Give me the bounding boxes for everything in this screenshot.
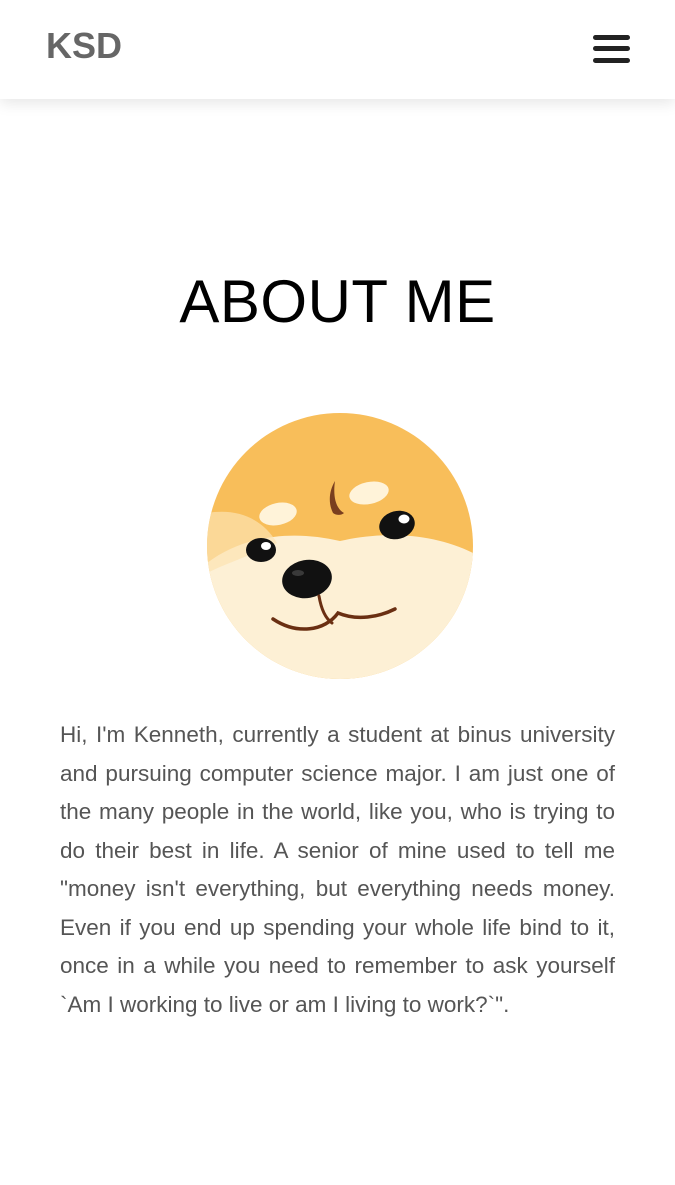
about-me-bio: Hi, I'm Kenneth, currently a student at …: [60, 722, 615, 1017]
menu-bar-middle: [593, 46, 630, 51]
shiba-dog-face-avatar: [207, 413, 473, 679]
header: KSD: [0, 0, 675, 99]
hamburger-menu-icon[interactable]: [591, 33, 631, 65]
avatar: [207, 413, 473, 679]
menu-bar-bottom: [593, 58, 630, 63]
site-logo[interactable]: KSD: [46, 26, 122, 66]
page-title: ABOUT ME: [179, 268, 496, 335]
menu-bar-top: [593, 35, 630, 40]
